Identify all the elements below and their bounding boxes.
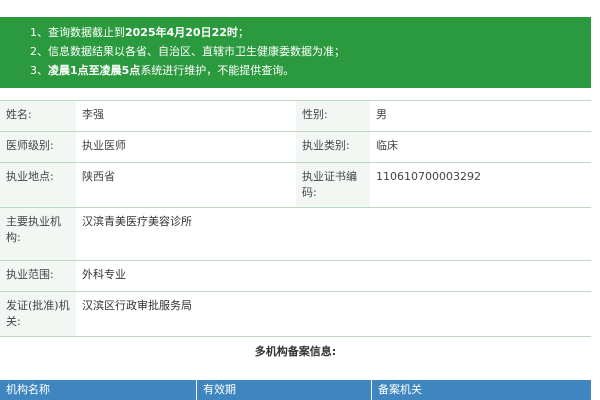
- category-label: 执业类别:: [296, 131, 370, 163]
- notice-line-1-date: 2025年4月20日22时: [125, 26, 238, 39]
- table-row: 执业范围: 外科专业: [0, 260, 591, 292]
- table-row: 姓名: 李强 性别: 男: [0, 100, 591, 132]
- location-value: 陕西省: [76, 162, 296, 208]
- issuer-label: 发证(批准)机关:: [0, 291, 76, 337]
- gender-value: 男: [370, 100, 591, 132]
- level-value: 执业医师: [76, 131, 296, 163]
- scope-label: 执业范围:: [0, 260, 76, 292]
- notice-line-3-time: 凌晨1点至凌晨5点: [48, 64, 141, 77]
- multi-institution-table-header: 机构名称 有效期 备案机关: [0, 380, 591, 400]
- scope-value: 外科专业: [76, 260, 591, 292]
- doctor-query-result-page: 1、查询数据截止到2025年4月20日22时； 2、信息数据结果以各省、自治区、…: [0, 0, 600, 400]
- institution-label: 主要执业机构:: [0, 207, 76, 261]
- category-value: 临床: [370, 131, 591, 163]
- doctor-info-table: 姓名: 李强 性别: 男 医师级别: 执业医师 执业类别: 临床 执业地点: 陕…: [0, 100, 591, 337]
- issuer-value: 汉滨区行政审批服务局: [76, 291, 591, 337]
- multi-institution-title: 多机构备案信息:: [254, 345, 337, 358]
- cert-label: 执业证书编码:: [296, 162, 370, 208]
- cert-value: 110610700003292: [370, 162, 591, 208]
- table-row: 执业地点: 陕西省 执业证书编码: 110610700003292: [0, 162, 591, 208]
- notice-banner: 1、查询数据截止到2025年4月20日22时； 2、信息数据结果以各省、自治区、…: [0, 17, 591, 88]
- notice-line-1-prefix: 1、查询数据截止到: [30, 26, 125, 39]
- notice-line-3: 3、凌晨1点至凌晨5点系统进行维护，不能提供查询。: [30, 61, 591, 80]
- notice-line-2: 2、信息数据结果以各省、自治区、直辖市卫生健康委数据为准；: [30, 45, 345, 58]
- table-row: 主要执业机构: 汉滨青美医疗美容诊所: [0, 207, 591, 261]
- notice-line-1: 1、查询数据截止到2025年4月20日22时；: [30, 23, 591, 42]
- notice-line-1-suffix: ；: [237, 26, 249, 39]
- table-row: 发证(批准)机关: 汉滨区行政审批服务局: [0, 291, 591, 337]
- column-header-institution: 机构名称: [0, 380, 197, 400]
- table-row: 医师级别: 执业医师 执业类别: 临床: [0, 131, 591, 163]
- level-label: 医师级别:: [0, 131, 76, 163]
- name-label: 姓名:: [0, 100, 76, 132]
- notice-line-3-suffix: 系统进行维护，不能提供查询。: [140, 64, 295, 77]
- notice-line-3-prefix: 3、: [30, 64, 48, 77]
- gender-label: 性别:: [296, 100, 370, 132]
- location-label: 执业地点:: [0, 162, 76, 208]
- column-header-validity: 有效期: [197, 380, 372, 400]
- institution-value: 汉滨青美医疗美容诊所: [76, 207, 591, 261]
- name-value: 李强: [76, 100, 296, 132]
- column-header-authority: 备案机关: [378, 383, 422, 396]
